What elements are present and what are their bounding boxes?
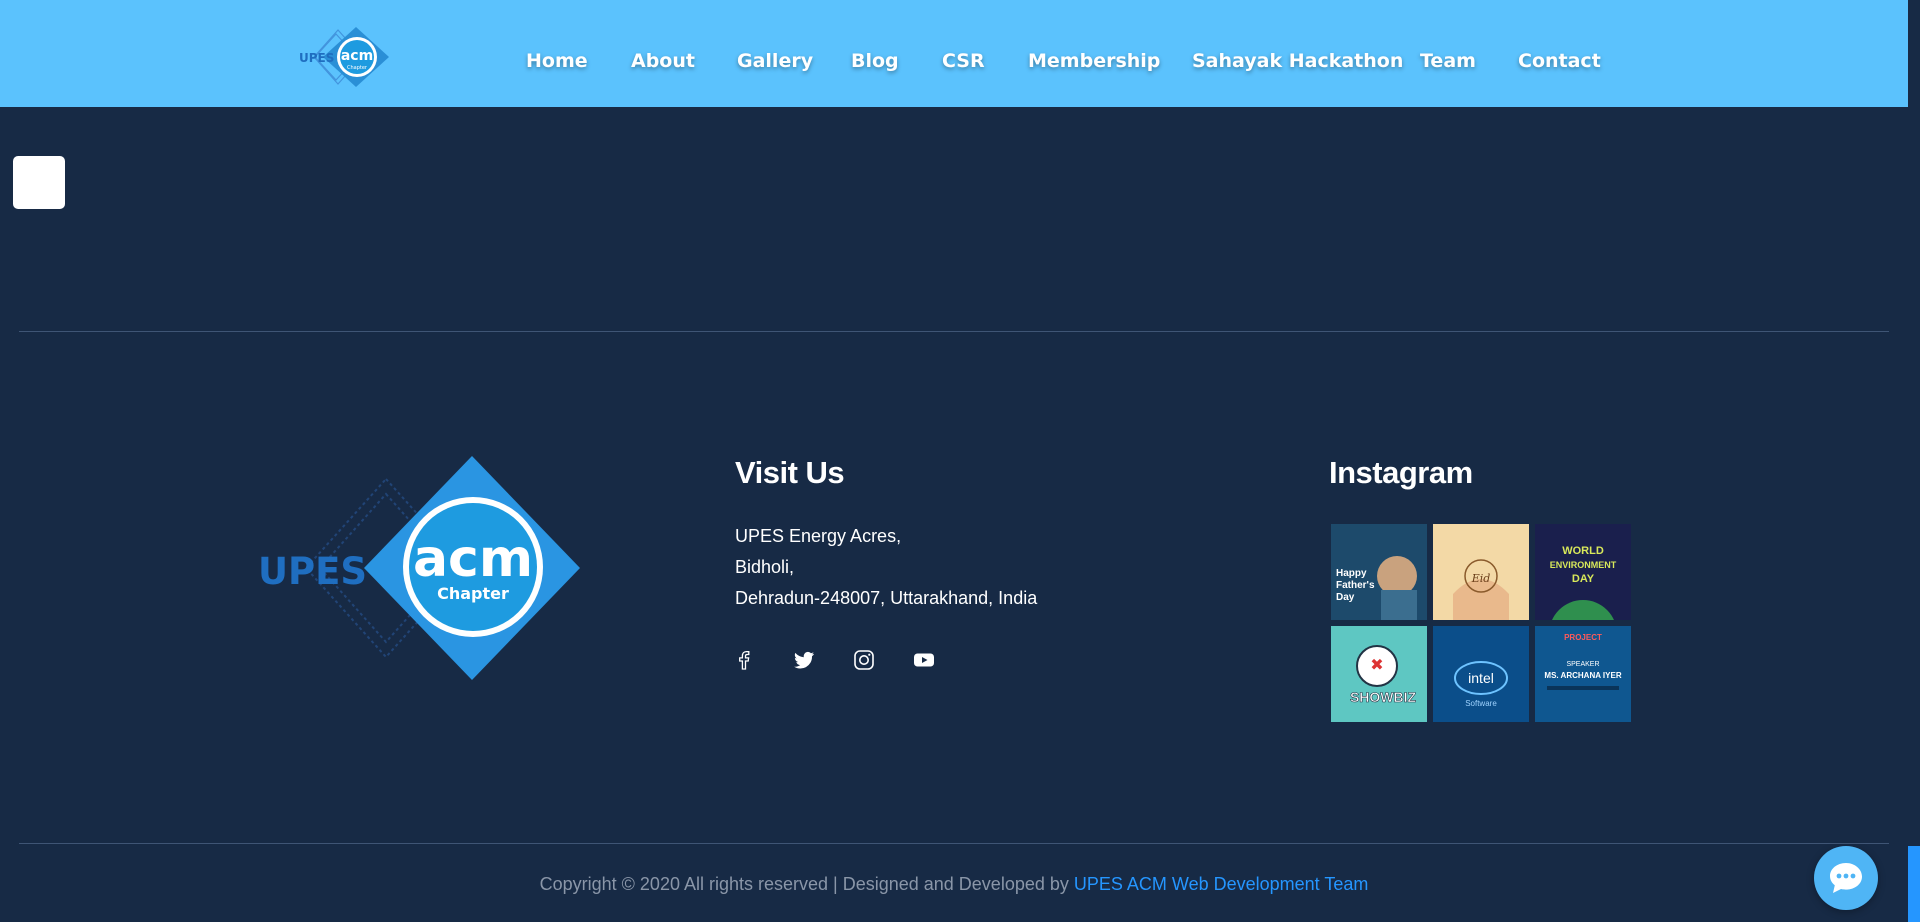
- nav-contact[interactable]: Contact: [1518, 50, 1601, 72]
- header-logo[interactable]: acm Chapter UPES: [296, 24, 396, 90]
- copyright-text: Copyright © 2020 All rights reserved | D…: [539, 874, 1069, 894]
- web-dev-team-link[interactable]: UPES ACM Web Development Team: [1074, 874, 1368, 894]
- facebook-icon[interactable]: [732, 648, 756, 672]
- chat-button[interactable]: [1814, 846, 1878, 910]
- instagram-post-environment-day[interactable]: WORLD ENVIRONMENT DAY: [1535, 524, 1631, 620]
- nav-membership[interactable]: Membership: [1028, 50, 1160, 72]
- instagram-post-fathers-day[interactable]: Happy Father's Day: [1331, 524, 1427, 620]
- svg-text:Happy: Happy: [1336, 568, 1367, 579]
- svg-text:Software: Software: [1465, 699, 1497, 708]
- instagram-icon[interactable]: [852, 648, 876, 672]
- svg-text:SPEAKER: SPEAKER: [1566, 661, 1599, 668]
- header-logo-chapter: Chapter: [347, 65, 368, 71]
- nav-team[interactable]: Team: [1420, 50, 1476, 72]
- site-header: acm Chapter UPES Home About Gallery Blog…: [0, 0, 1908, 107]
- instagram-grid: Happy Father's Day Eid WORLD ENVIRONMENT DAY…: [1331, 524, 1633, 722]
- nav-about[interactable]: About: [631, 50, 695, 72]
- svg-text:Father's: Father's: [1336, 580, 1375, 591]
- header-logo-acm: acm: [341, 48, 373, 64]
- divider-top: [19, 331, 1889, 332]
- nav-home[interactable]: Home: [526, 50, 588, 72]
- instagram-post-showbiz[interactable]: ✖ SHOWBIZ: [1331, 626, 1427, 722]
- nav-csr[interactable]: CSR: [942, 50, 985, 72]
- svg-text:SHOWBIZ: SHOWBIZ: [1350, 689, 1417, 705]
- nav-gallery[interactable]: Gallery: [737, 50, 813, 72]
- divider-bottom: [19, 843, 1889, 844]
- header-logo-upes: UPES: [299, 51, 334, 65]
- instagram-post-intel[interactable]: intel Software: [1433, 626, 1529, 722]
- address-line-2: Bidholi,: [735, 557, 795, 577]
- svg-text:Day: Day: [1336, 592, 1355, 603]
- visit-us-title: Visit Us: [735, 455, 845, 490]
- svg-text:PROJECT: PROJECT: [1564, 633, 1602, 642]
- svg-text:✖: ✖: [1370, 655, 1383, 674]
- instagram-post-eid[interactable]: Eid: [1433, 524, 1529, 620]
- svg-text:MS. ARCHANA IYER: MS. ARCHANA IYER: [1544, 671, 1621, 680]
- address-line-3: Dehradun-248007, Uttarakhand, India: [735, 588, 1038, 608]
- youtube-icon[interactable]: [912, 648, 936, 672]
- chat-icon: [1830, 863, 1862, 893]
- scrollbar-thumb[interactable]: [1908, 846, 1920, 922]
- copyright: Copyright © 2020 All rights reserved | D…: [0, 874, 1908, 895]
- footer-logo: acm Chapter UPES: [256, 454, 581, 682]
- svg-text:Eid: Eid: [1471, 572, 1491, 585]
- twitter-icon[interactable]: [792, 648, 816, 672]
- svg-text:DAY: DAY: [1572, 573, 1595, 585]
- instagram-post-speaker[interactable]: PROJECT SPEAKER MS. ARCHANA IYER: [1535, 626, 1631, 722]
- theme-toggle-button[interactable]: [13, 156, 65, 209]
- svg-text:intel: intel: [1468, 670, 1494, 686]
- footer-logo-chapter: Chapter: [437, 584, 509, 603]
- nav-sahayak-hackathon[interactable]: Sahayak Hackathon: [1192, 50, 1403, 72]
- footer-logo-acm: acm: [413, 529, 533, 589]
- nav-blog[interactable]: Blog: [851, 50, 899, 72]
- address-line-1: UPES Energy Acres,: [735, 526, 902, 546]
- scrollbar-track[interactable]: [1908, 0, 1920, 922]
- svg-text:WORLD: WORLD: [1562, 545, 1604, 557]
- svg-text:ENVIRONMENT: ENVIRONMENT: [1550, 560, 1617, 570]
- instagram-title: Instagram: [1329, 455, 1473, 490]
- footer-logo-upes: UPES: [258, 550, 367, 593]
